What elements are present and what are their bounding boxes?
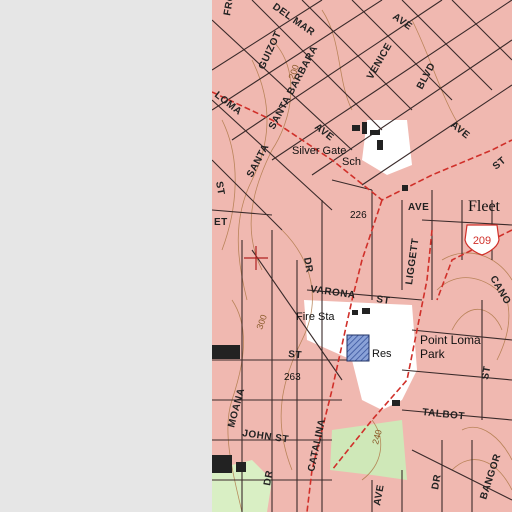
elevation-226: 226 (350, 210, 367, 221)
label-fire-station: Fire Sta (296, 311, 335, 323)
label-reservoir: Res (372, 348, 392, 360)
label-st-left: ST (213, 181, 226, 196)
label-park: Park (420, 347, 446, 361)
route-shield-number: 209 (473, 235, 491, 247)
label-st-right: ST (480, 365, 493, 380)
topographic-map[interactable]: 209 AVE DEL MAR FRO GUIZOT SANTA BARBARA… (0, 0, 512, 512)
elevation-263: 263 (284, 372, 301, 383)
reservoir-hatched (346, 334, 370, 362)
label-st-varona: ST (376, 294, 391, 307)
map-svg: 209 AVE DEL MAR FRO GUIZOT SANTA BARBARA… (212, 0, 512, 512)
label-fleet: Fleet (468, 198, 501, 215)
label-st-mid: ST (288, 349, 303, 361)
map-tile[interactable]: 209 AVE DEL MAR FRO GUIZOT SANTA BARBARA… (212, 0, 512, 512)
blank-area (0, 0, 212, 512)
green-space (330, 420, 407, 480)
label-silver-gate: Silver Gate (292, 145, 346, 157)
label-ave-fleet: AVE (408, 202, 429, 213)
label-school-abbr: Sch (342, 156, 361, 168)
label-park-name: Point Loma (420, 333, 481, 347)
label-et-left: ET (214, 217, 228, 228)
